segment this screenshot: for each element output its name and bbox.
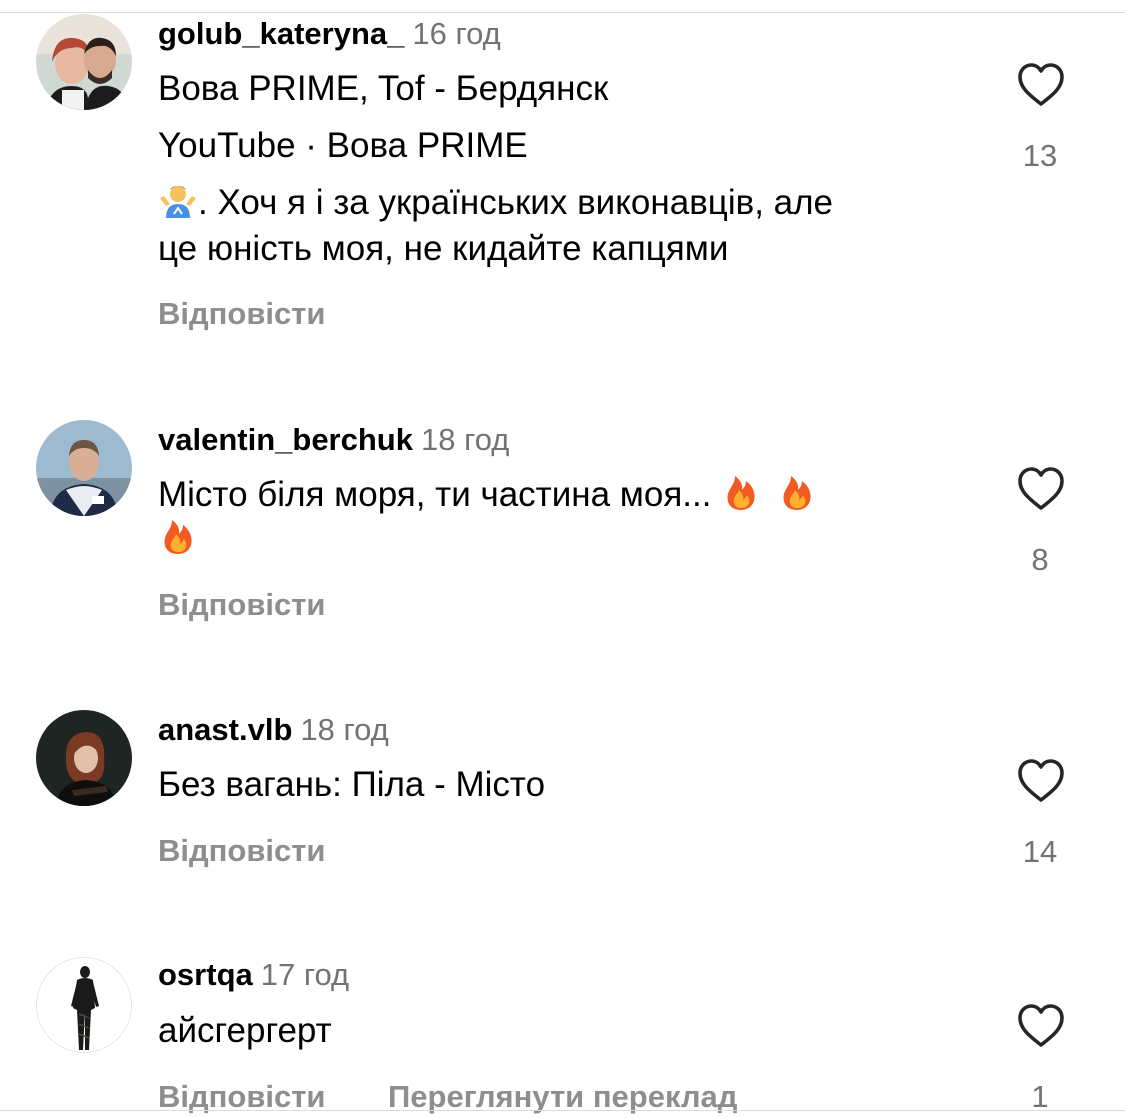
username[interactable]: anast.vlb <box>158 712 292 747</box>
avatar[interactable] <box>36 957 132 1053</box>
comment-text-line: Вова PRIME, Tof - Бердянск <box>158 69 609 108</box>
comment-text-line: YouTube · Вова PRIME <box>158 126 528 165</box>
person-shrugging-emoji <box>158 180 198 220</box>
reply-button[interactable]: Відповісти <box>158 831 326 871</box>
username[interactable]: golub_kateryna_ <box>158 16 404 51</box>
comment-header: golub_kateryna_ 16 год <box>158 14 501 54</box>
timestamp: 18 год <box>300 712 389 747</box>
reply-button[interactable]: Відповісти <box>158 294 326 334</box>
comment-text-line: айсгергерт <box>158 1011 332 1050</box>
timestamp: 16 год <box>412 16 501 51</box>
fire-emoji <box>721 472 761 512</box>
comment-header: valentin_berchuk 18 год <box>158 420 509 460</box>
comment-text-line <box>158 516 198 562</box>
like-count: 8 <box>1031 542 1049 577</box>
comment-text-line: Місто біля моря, ти частина моя... <box>158 472 817 518</box>
comment-header: osrtqa 17 год <box>158 955 349 995</box>
reply-button[interactable]: Відповісти <box>158 585 326 625</box>
heart-outline-icon[interactable] <box>1016 466 1066 512</box>
username[interactable]: osrtqa <box>158 957 253 992</box>
heart-outline-icon[interactable] <box>1016 758 1066 804</box>
top-divider <box>0 12 1125 13</box>
avatar[interactable] <box>36 420 132 516</box>
username[interactable]: valentin_berchuk <box>158 422 413 457</box>
timestamp: 18 год <box>420 422 510 457</box>
comment-text-line: це юність моя, не кидайте капцями <box>158 229 729 268</box>
heart-outline-icon[interactable] <box>1016 62 1066 108</box>
like-count: 14 <box>1022 834 1058 869</box>
reply-button[interactable]: Відповісти <box>158 1077 326 1117</box>
comment-text: . Хоч я і за українських виконавців, але <box>198 183 834 222</box>
heart-outline-icon[interactable] <box>1016 1003 1066 1049</box>
comment-text: Місто біля моря, ти частина моя... <box>158 475 712 514</box>
bottom-divider <box>0 1110 1125 1111</box>
like-count: 13 <box>1022 138 1058 173</box>
fire-emoji <box>777 472 817 512</box>
comment-text-line: Без вагань: Піла - Місто <box>158 765 546 804</box>
comment-text-line: . Хоч я і за українських виконавців, але <box>158 180 833 226</box>
avatar[interactable] <box>36 14 132 110</box>
timestamp: 17 год <box>260 957 350 992</box>
see-translation-button[interactable]: Переглянути переклад <box>388 1077 737 1117</box>
fire-emoji <box>158 516 198 556</box>
avatar[interactable] <box>36 710 132 806</box>
like-count: 1 <box>1031 1079 1049 1114</box>
comment-header: anast.vlb 18 год <box>158 710 389 750</box>
